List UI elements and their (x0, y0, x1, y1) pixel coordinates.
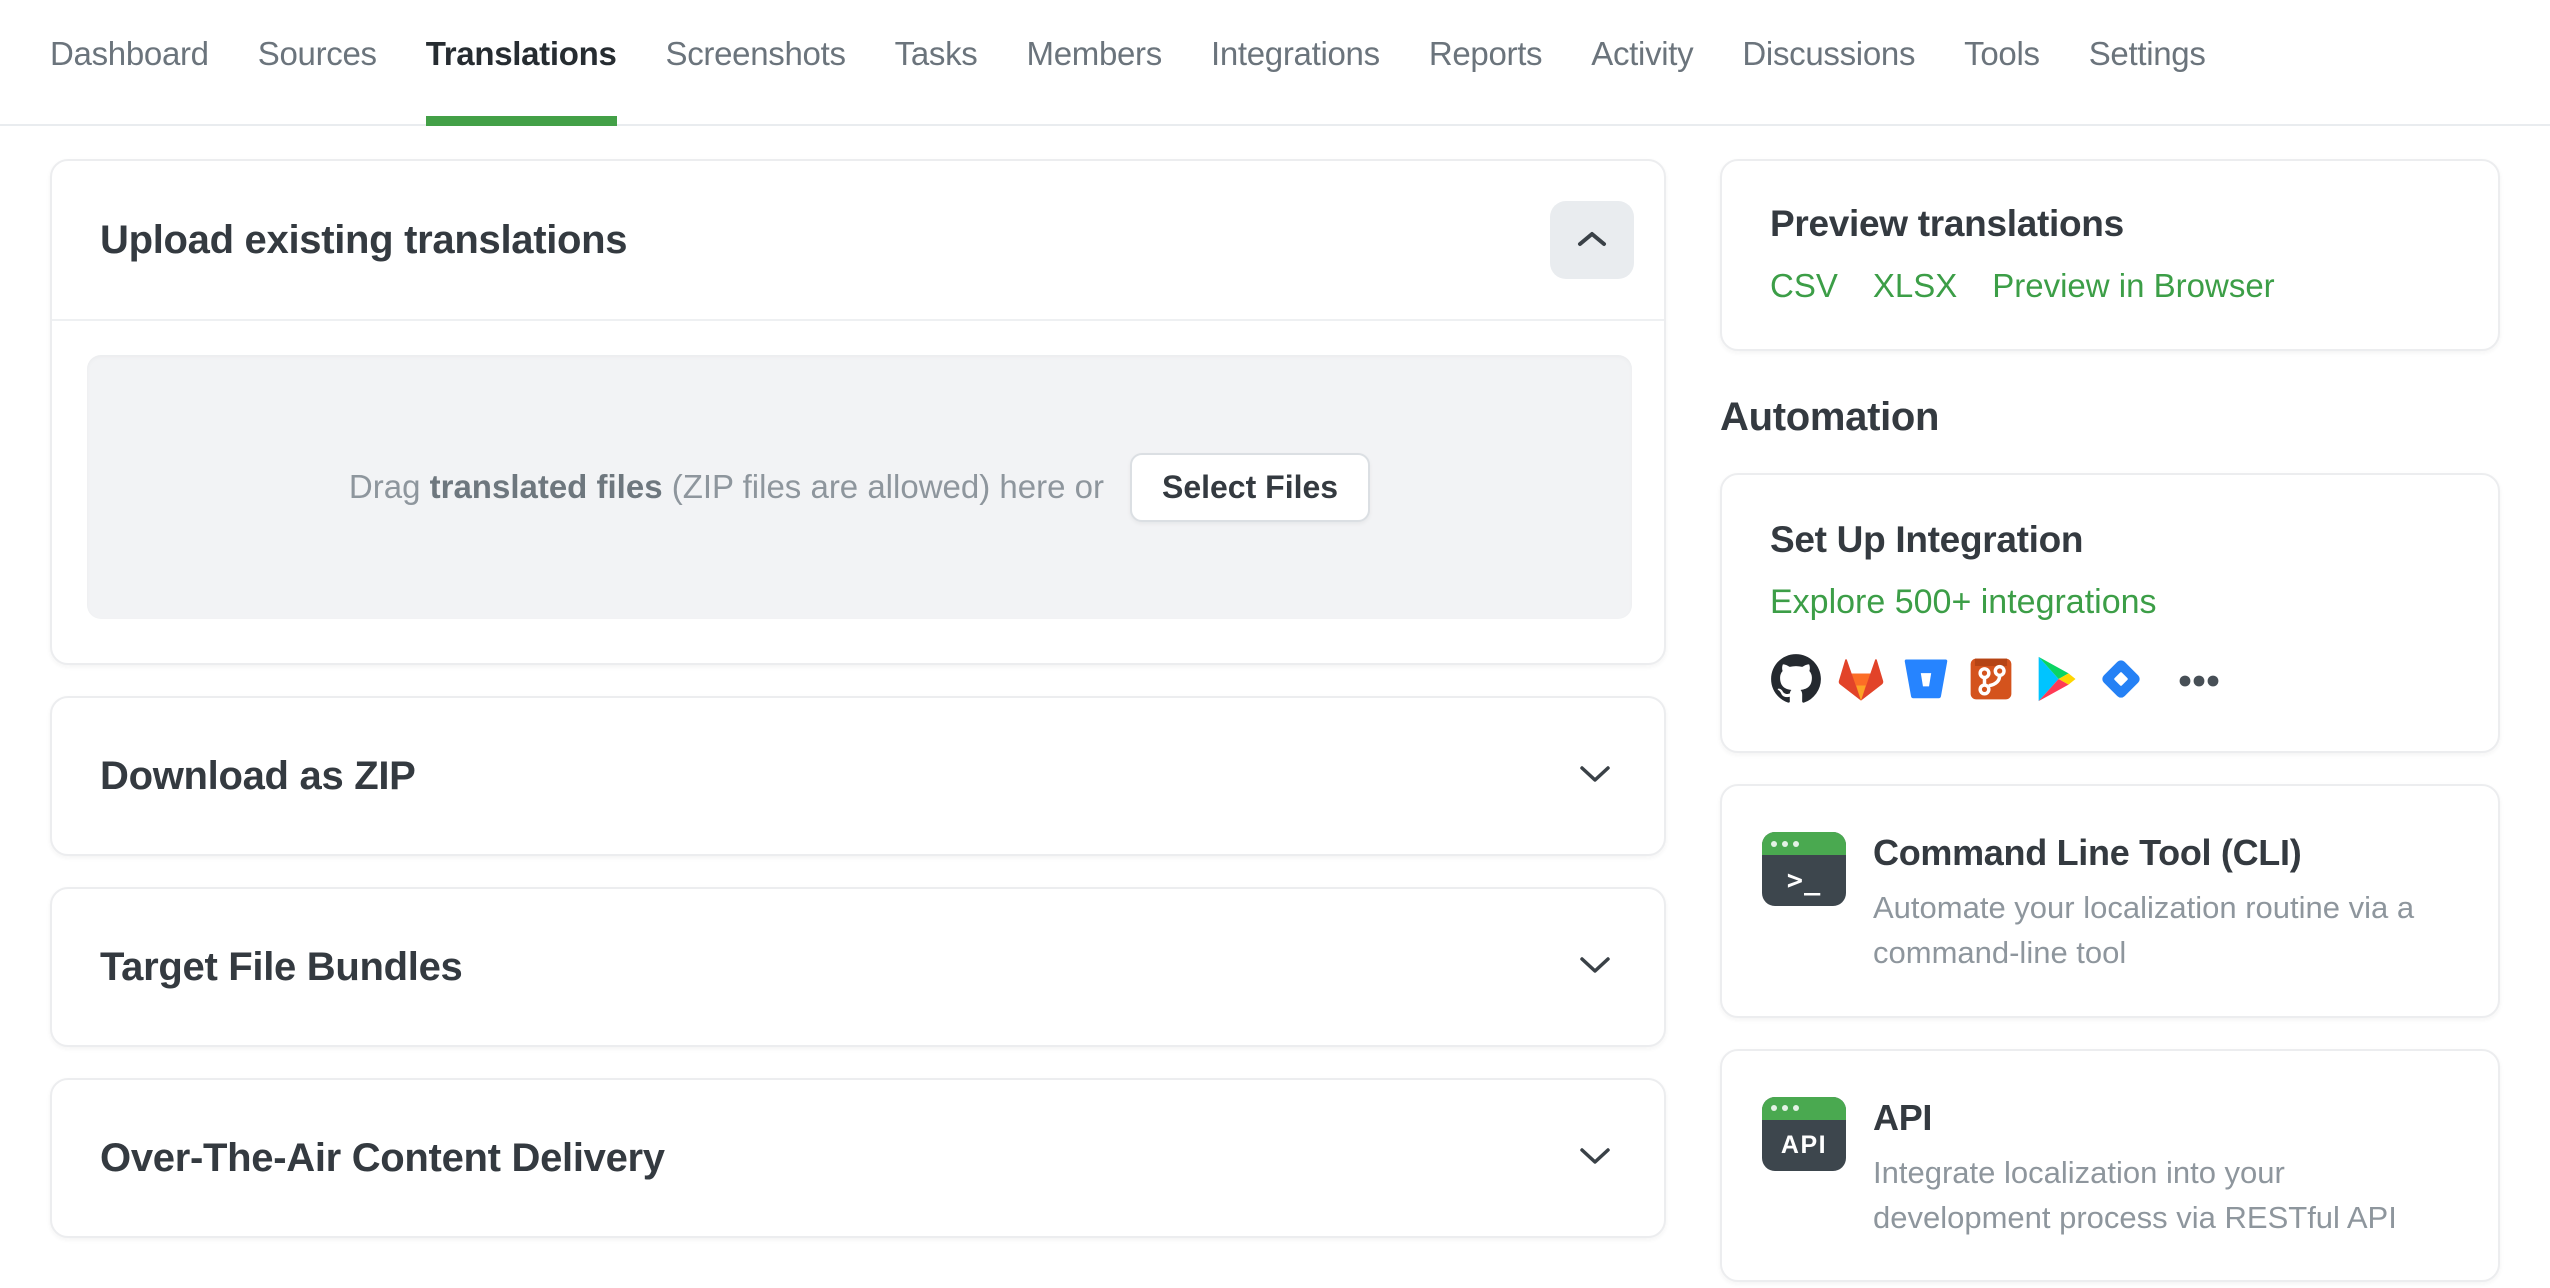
integration-icons-row (1770, 653, 2450, 705)
chevron-down-icon[interactable] (1578, 955, 1612, 980)
github-icon[interactable] (1770, 653, 1822, 705)
select-files-button[interactable]: Select Files (1129, 452, 1371, 522)
collapse-upload-button[interactable] (1550, 201, 1634, 279)
cli-tool-text: Command Line Tool (CLI) Automate your lo… (1873, 832, 2458, 976)
tab-discussions[interactable]: Discussions (1742, 34, 1915, 124)
tab-activity[interactable]: Activity (1591, 34, 1693, 124)
dropzone-hint-text: Drag translated files (ZIP files are all… (348, 468, 1104, 505)
upload-card-title: Upload existing translations (100, 217, 628, 262)
download-as-zip-title: Download as ZIP (100, 753, 416, 798)
terminal-icon: >_ (1762, 832, 1846, 906)
preview-xlsx-link[interactable]: XLSX (1873, 267, 1957, 305)
automation-heading: Automation (1720, 395, 1940, 439)
cli-tool-title: Command Line Tool (CLI) (1873, 832, 2302, 873)
api-card-description: Integrate localization into your develop… (1873, 1154, 2397, 1235)
tab-screenshots[interactable]: Screenshots (666, 34, 846, 124)
api-icon-label: API (1780, 1130, 1828, 1159)
tab-members[interactable]: Members (1027, 34, 1163, 124)
tab-integrations[interactable]: Integrations (1211, 34, 1380, 124)
preview-translations-title: Preview translations (1770, 203, 2124, 244)
jira-icon[interactable] (2095, 653, 2147, 705)
preview-links: CSV XLSX Preview in Browser (1770, 267, 2450, 305)
tab-sources[interactable]: Sources (258, 34, 377, 124)
upload-card-body: Drag translated files (ZIP files are all… (52, 321, 1664, 663)
preview-csv-link[interactable]: CSV (1770, 267, 1838, 305)
api-icon-titlebar (1762, 1096, 1846, 1120)
target-file-bundles-card[interactable]: Target File Bundles (50, 887, 1666, 1047)
tab-settings[interactable]: Settings (2089, 34, 2206, 124)
translations-main-panel: Upload existing translations Drag transl… (50, 159, 1666, 1238)
api-card-title: API (1873, 1096, 1933, 1138)
dropzone-hint-bold: translated files (429, 468, 663, 505)
set-up-integration-title: Set Up Integration (1770, 519, 2084, 560)
over-the-air-title: Over-The-Air Content Delivery (100, 1135, 665, 1180)
cli-tool-description: Automate your localization routine via a… (1873, 890, 2415, 971)
chevron-down-icon[interactable] (1578, 764, 1612, 789)
upload-translations-card: Upload existing translations Drag transl… (50, 159, 1666, 665)
more-integrations-icon[interactable] (2170, 653, 2228, 705)
gitlab-icon[interactable] (1835, 653, 1887, 705)
api-icon: API (1762, 1096, 1846, 1171)
api-card-text: API Integrate localization into your dev… (1873, 1097, 2458, 1241)
explore-integrations-link[interactable]: Explore 500+ integrations (1770, 583, 2157, 622)
terminal-icon-titlebar (1762, 832, 1846, 855)
target-file-bundles-title: Target File Bundles (100, 944, 463, 989)
file-dropzone[interactable]: Drag translated files (ZIP files are all… (87, 355, 1632, 619)
cli-tool-card[interactable]: >_ Command Line Tool (CLI) Automate your… (1720, 784, 2500, 1018)
project-nav: Dashboard Sources Translations Screensho… (0, 0, 2550, 126)
chevron-down-icon[interactable] (1578, 1146, 1612, 1171)
bitbucket-icon[interactable] (1900, 653, 1952, 705)
preview-in-browser-link[interactable]: Preview in Browser (1992, 267, 2274, 305)
google-play-icon[interactable] (2030, 653, 2082, 705)
preview-translations-card: Preview translations CSV XLSX Preview in… (1720, 159, 2500, 351)
tab-dashboard[interactable]: Dashboard (50, 34, 209, 124)
tab-tasks[interactable]: Tasks (895, 34, 978, 124)
terminal-icon-prompt: >_ (1786, 865, 1822, 896)
tab-tools[interactable]: Tools (1964, 34, 2040, 124)
chevron-up-icon (1577, 230, 1607, 250)
tab-translations[interactable]: Translations (425, 34, 617, 126)
set-up-integration-card: Set Up Integration Explore 500+ integrat… (1720, 473, 2500, 753)
tab-reports[interactable]: Reports (1429, 34, 1543, 124)
api-card[interactable]: API API Integrate localization into your… (1720, 1048, 2500, 1282)
git-icon[interactable] (1965, 653, 2017, 705)
over-the-air-card[interactable]: Over-The-Air Content Delivery (50, 1078, 1666, 1238)
translations-sidebar: Preview translations CSV XLSX Preview in… (1720, 159, 2500, 1282)
upload-card-header: Upload existing translations (52, 161, 1664, 321)
download-as-zip-card[interactable]: Download as ZIP (50, 696, 1666, 856)
